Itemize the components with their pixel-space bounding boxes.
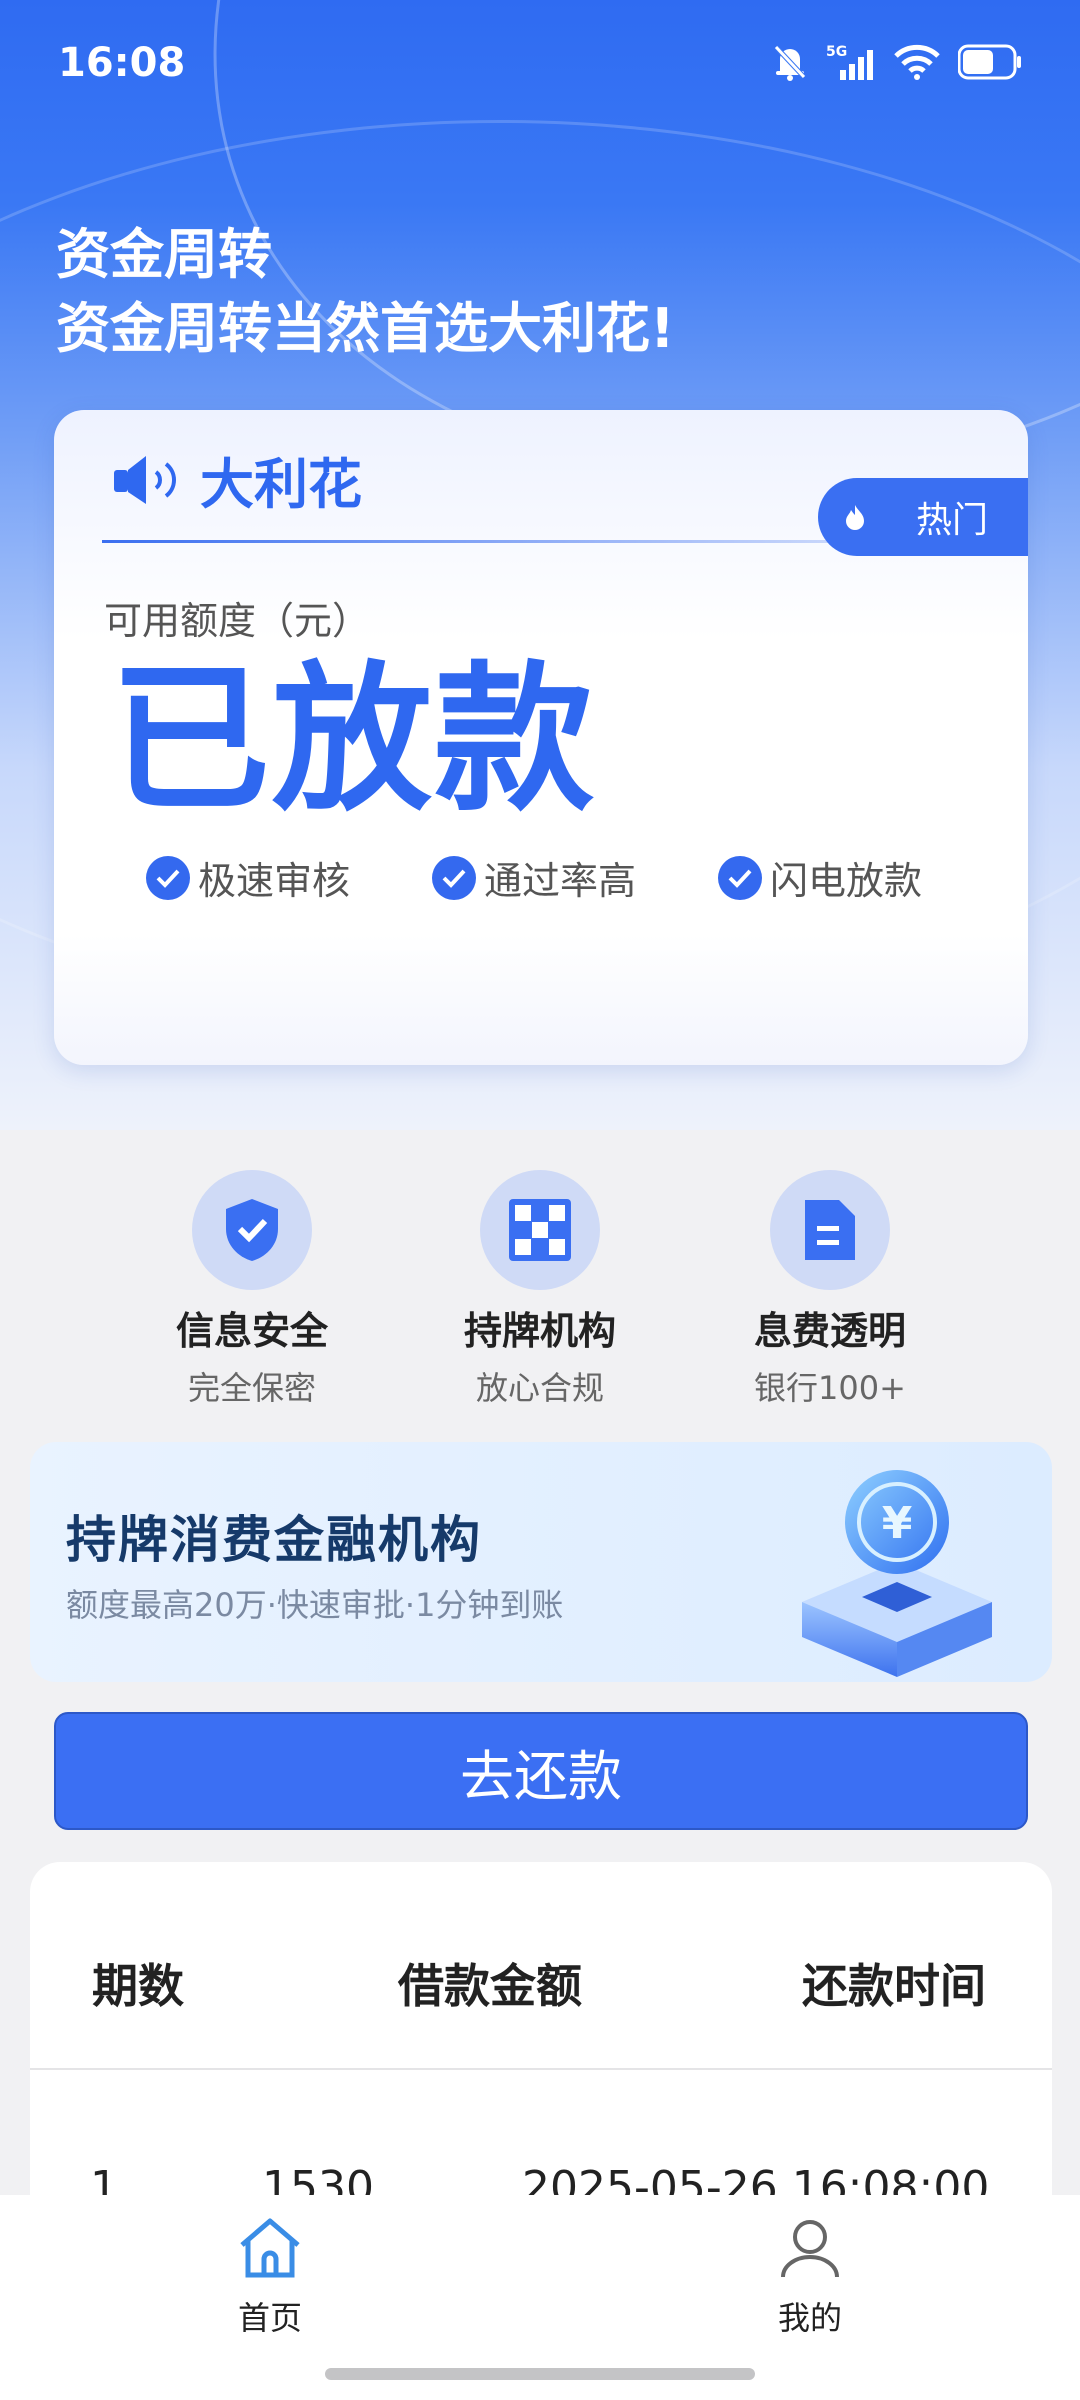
trust-row: 信息安全 完全保密 持牌机构 放心合规 息费透明 银行100+: [0, 1170, 1080, 1407]
loan-status: 已放款: [110, 646, 597, 833]
nav-home-label: 首页: [237, 2299, 302, 2337]
feature-label: 通过率高: [484, 859, 637, 903]
check-icon: [432, 855, 477, 900]
header-amount: 借款金额: [398, 1959, 582, 2013]
feature-label: 闪电放款: [770, 859, 923, 903]
hero-header: 16:08 5G 资金周转 资金周转当然首选大利花! 大利花 热门 可用额度（元…: [0, 0, 1080, 1130]
trust-subtitle: 完全保密: [187, 1369, 316, 1407]
trust-subtitle: 银行100+: [754, 1369, 906, 1407]
repay-button[interactable]: 去还款: [54, 1712, 1028, 1830]
feature-list: 极速审核 通过率高 闪电放款: [146, 850, 922, 905]
coin-symbol: ¥: [882, 1498, 913, 1549]
speaker-icon: [114, 455, 176, 504]
home-indicator[interactable]: [325, 2368, 755, 2380]
trust-item-licensed: 持牌机构 放心合规: [420, 1170, 660, 1409]
feature-label: 极速审核: [198, 859, 351, 903]
signal-5g-icon: 5G: [826, 44, 873, 80]
check-icon: [146, 855, 190, 900]
status-icons: 5G: [772, 42, 1022, 82]
home-icon: [240, 2218, 300, 2278]
status-bar: 16:08 5G: [0, 0, 1080, 130]
banner-title: 持牌消费金融机构: [66, 1511, 482, 1569]
hot-tag-label: 热门: [916, 500, 989, 541]
document-icon: [770, 1170, 890, 1290]
trust-item-transparent: 息费透明 银行100+: [710, 1170, 950, 1409]
checker-grid-icon: [480, 1170, 600, 1290]
feature-item: 通过率高: [432, 850, 636, 905]
coin-stack-illustration: ¥: [802, 1470, 992, 1677]
header-period: 期数: [92, 1959, 184, 2013]
trust-item-security: 信息安全 完全保密: [132, 1170, 372, 1409]
mute-bell-icon: [774, 45, 806, 81]
hero-title: 资金周转 资金周转当然首选大利花!: [56, 218, 675, 366]
wifi-icon: [894, 44, 940, 80]
page: 16:08 5G 资金周转 资金周转当然首选大利花! 大利花 热门 可用额度（元…: [0, 0, 1080, 2400]
hero-line-1: 资金周转: [56, 223, 272, 286]
check-icon: [718, 855, 763, 900]
hero-line-2: 资金周转当然首选大利花!: [56, 297, 675, 360]
nav-home[interactable]: 首页: [190, 2215, 350, 2339]
loan-card: 大利花 热门 可用额度（元） 已放款 极速审核 通过率高 闪电放款: [54, 410, 1028, 1065]
brand-name: 大利花: [200, 453, 362, 516]
trust-title: 息费透明: [753, 1309, 906, 1353]
credit-label: 可用额度（元）: [104, 599, 371, 643]
trust-title: 持牌机构: [463, 1309, 616, 1353]
card-brand: 大利花: [110, 440, 362, 519]
trust-title: 信息安全: [175, 1309, 328, 1353]
nav-mine[interactable]: 我的: [730, 2215, 890, 2339]
feature-item: 极速审核: [146, 850, 350, 905]
header-time: 还款时间: [802, 1959, 986, 2013]
divider: [102, 540, 882, 543]
user-icon: [781, 2220, 839, 2278]
promo-banner[interactable]: 持牌消费金融机构 额度最高20万·快速审批·1分钟到账 ¥: [30, 1442, 1052, 1682]
status-time: 16:08: [58, 40, 186, 86]
flame-icon: [846, 505, 864, 530]
feature-item: 闪电放款: [718, 850, 922, 905]
table-header: 期数 借款金额 还款时间: [30, 1862, 1052, 2070]
network-label: 5G: [826, 44, 847, 60]
hot-tag: 热门: [818, 478, 1028, 556]
nav-mine-label: 我的: [777, 2299, 842, 2337]
battery-icon: [958, 44, 1021, 80]
trust-subtitle: 放心合规: [475, 1369, 604, 1407]
shield-check-icon: [192, 1170, 312, 1290]
banner-subtitle: 额度最高20万·快速审批·1分钟到账: [66, 1586, 564, 1624]
